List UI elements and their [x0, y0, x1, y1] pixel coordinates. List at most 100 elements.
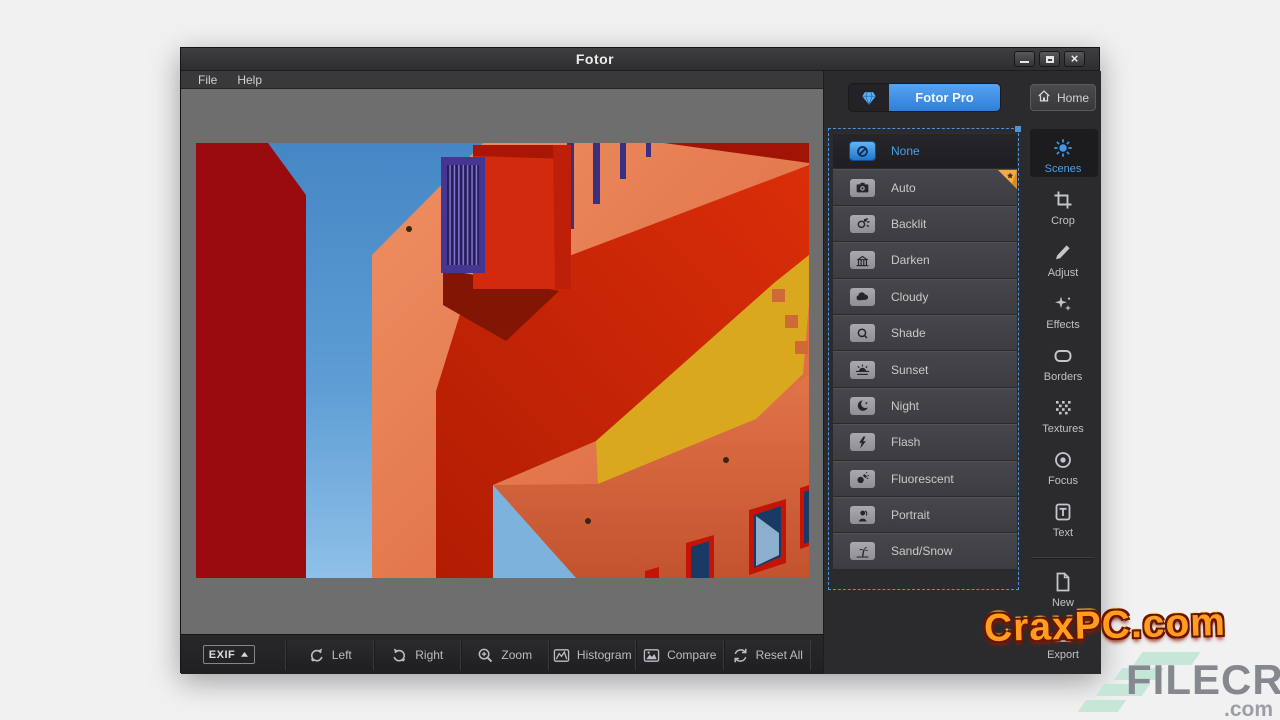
tab-effects[interactable]: Effects: [1024, 285, 1102, 331]
tab-borders[interactable]: Borders: [1024, 337, 1102, 383]
scene-item-darken[interactable]: Darken: [833, 242, 1017, 278]
tab-crop[interactable]: Crop: [1024, 181, 1102, 227]
tab-focus[interactable]: Focus: [1024, 441, 1102, 487]
scene-list: None Auto Backlit Darken Cloudy Shade Sunset Ni…: [833, 133, 1017, 570]
adjust-icon: [1052, 241, 1074, 263]
zoom-icon: [477, 647, 494, 664]
toolbar-button-zoom[interactable]: Zoom: [461, 640, 549, 670]
fluorescent-icon: [850, 470, 875, 488]
toolbar-button-left[interactable]: Left: [286, 640, 374, 670]
scenes-icon: [1052, 137, 1074, 159]
toolbar-button-right[interactable]: Right: [374, 640, 462, 670]
menu-help[interactable]: Help: [237, 73, 262, 87]
scene-item-backlit[interactable]: Backlit: [833, 206, 1017, 242]
close-button[interactable]: ×: [1064, 51, 1085, 67]
editor-canvas: [181, 89, 823, 634]
scene-item-auto[interactable]: Auto: [833, 169, 1017, 205]
sandsnow-icon: [850, 542, 875, 560]
scene-item-label: Darken: [891, 253, 930, 267]
none-icon: [850, 142, 875, 160]
scene-item-label: Sunset: [891, 363, 928, 377]
effects-icon: [1052, 293, 1074, 315]
tab-text[interactable]: Text: [1024, 493, 1102, 539]
menubar: File Help: [181, 71, 823, 89]
scene-item-label: Cloudy: [891, 290, 928, 304]
toolbar-button-label: Right: [415, 648, 443, 662]
maximize-button[interactable]: [1039, 51, 1060, 67]
watermark-filecr-tld: .com: [1224, 698, 1273, 720]
window-controls: ×: [1014, 51, 1085, 67]
fotor-pro-button[interactable]: Fotor Pro: [849, 84, 1000, 111]
rail-item-label: Borders: [1044, 371, 1083, 383]
watermark-filecr-text: FILECR: [1126, 656, 1280, 704]
scene-item-label: Shade: [891, 326, 926, 340]
scene-item-label: Auto: [891, 181, 916, 195]
new-icon: [1052, 571, 1074, 593]
scene-item-cloudy[interactable]: Cloudy: [833, 279, 1017, 315]
app-window: Fotor × FileHelp: [180, 47, 1100, 673]
rotate-right-icon: [391, 647, 408, 664]
sunset-icon: [850, 361, 875, 379]
minimize-button[interactable]: [1014, 51, 1035, 67]
scene-item-label: Backlit: [891, 217, 926, 231]
scene-item-label: Night: [891, 399, 919, 413]
scene-item-shade[interactable]: Shade: [833, 315, 1017, 351]
watermark-craxpc: CraxPC.com: [983, 601, 1226, 651]
rotate-left-icon: [308, 647, 325, 664]
scene-item-label: None: [891, 144, 920, 158]
flash-icon: [850, 433, 875, 451]
marquee-handle[interactable]: [1015, 126, 1021, 132]
home-button[interactable]: Home: [1030, 84, 1096, 111]
camera-icon: [850, 179, 875, 197]
watermark-filecr-logo: FILECR .com: [1070, 648, 1280, 720]
shade-icon: [850, 324, 875, 342]
rail-item-label: Text: [1053, 527, 1073, 539]
borders-icon: [1052, 345, 1074, 367]
tab-textures[interactable]: Textures: [1024, 389, 1102, 435]
rail-item-label: Effects: [1046, 319, 1079, 331]
exif-button[interactable]: EXIF: [203, 645, 255, 664]
fotor-pro-label: Fotor Pro: [889, 84, 1000, 111]
scene-item-sand-snow[interactable]: Sand/Snow: [833, 533, 1017, 569]
backlit-icon: [850, 215, 875, 233]
scene-item-sunset[interactable]: Sunset: [833, 351, 1017, 387]
tab-new[interactable]: New: [1024, 563, 1102, 609]
toolbar-button-compare[interactable]: Compare: [636, 640, 724, 670]
diamond-icon: [849, 84, 889, 111]
compare-icon: [643, 647, 660, 664]
cloudy-icon: [850, 288, 875, 306]
rail-item-label: Textures: [1042, 423, 1084, 435]
night-icon: [850, 397, 875, 415]
focus-icon: [1052, 449, 1074, 471]
text-icon: [1052, 501, 1074, 523]
scene-item-label: Portrait: [891, 508, 930, 522]
home-icon: [1037, 89, 1051, 106]
toolbar-button-label: Compare: [667, 648, 716, 662]
toolbar-button-group: Left Right Zoom Histogram Compare Reset All: [285, 640, 811, 670]
scene-item-label: Flash: [891, 435, 920, 449]
toolbar-button-label: Histogram: [577, 648, 632, 662]
scene-item-portrait[interactable]: Portrait: [833, 497, 1017, 533]
menu-file[interactable]: File: [198, 73, 217, 87]
darken-icon: [850, 251, 875, 269]
rail-item-label: Focus: [1048, 475, 1078, 487]
toolbar-button-histogram[interactable]: Histogram: [549, 640, 637, 670]
exif-label: EXIF: [209, 649, 235, 661]
tab-adjust[interactable]: Adjust: [1024, 233, 1102, 279]
toolbar-button-reset-all[interactable]: Reset All: [724, 640, 812, 670]
scene-item-none[interactable]: None: [833, 133, 1017, 169]
caret-up-icon: [240, 649, 249, 661]
portrait-icon: [850, 506, 875, 524]
toolbar-button-label: Zoom: [501, 648, 532, 662]
pro-badge-icon: [998, 170, 1017, 189]
scene-item-fluorescent[interactable]: Fluorescent: [833, 461, 1017, 497]
photo-image: [196, 143, 809, 578]
tab-scenes[interactable]: Scenes: [1024, 129, 1102, 175]
rail-item-label: Scenes: [1045, 163, 1082, 175]
rail-item-label: Adjust: [1048, 267, 1079, 279]
scene-item-night[interactable]: Night: [833, 388, 1017, 424]
right-panel: Fotor Pro Home None Auto Backlit Darken Clou…: [823, 71, 1101, 674]
scene-item-flash[interactable]: Flash: [833, 424, 1017, 460]
scene-item-label: Sand/Snow: [891, 544, 952, 558]
histogram-icon: [553, 647, 570, 664]
